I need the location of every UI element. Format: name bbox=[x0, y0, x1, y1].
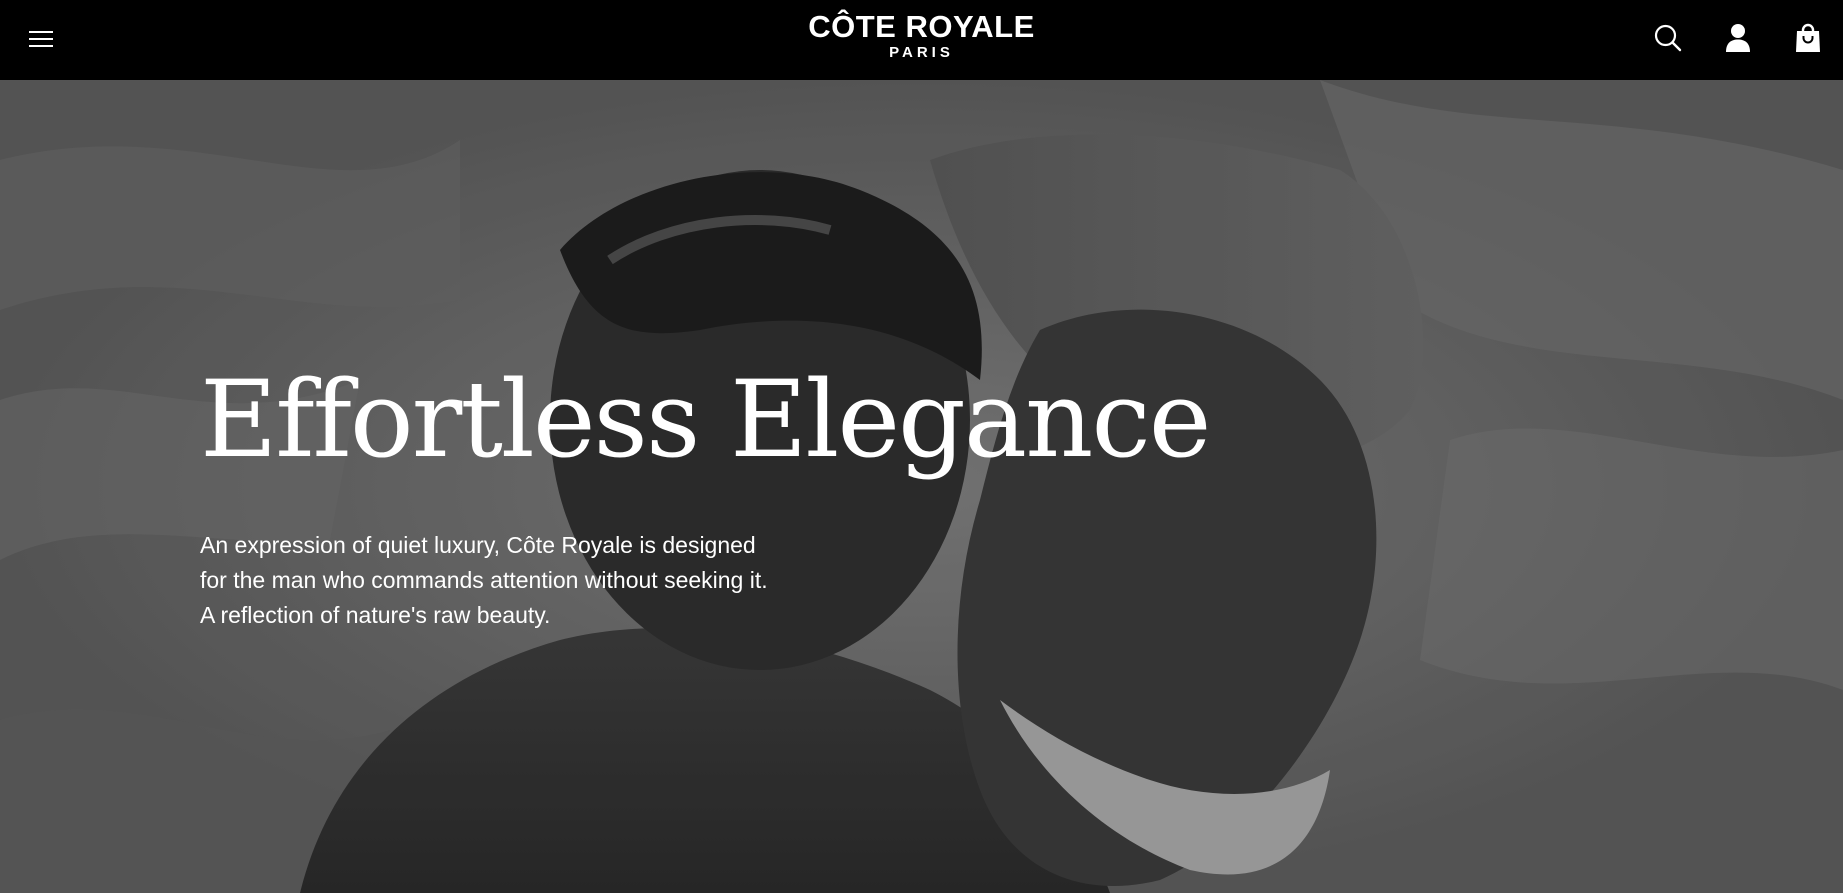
hero-section: Effortless Elegance An expression of qui… bbox=[0, 80, 1843, 893]
hero-title: Effortless Elegance bbox=[200, 358, 1211, 481]
site-header: CÔTE ROYALE PARIS bbox=[0, 0, 1843, 80]
shopping-bag-icon bbox=[1796, 23, 1820, 52]
brand-name: CÔTE ROYALE bbox=[808, 9, 1035, 44]
menu-button[interactable] bbox=[26, 24, 56, 54]
hero-content: Effortless Elegance An expression of qui… bbox=[200, 358, 1211, 633]
brand-logo[interactable]: CÔTE ROYALE PARIS bbox=[808, 10, 1035, 61]
brand-location: PARIS bbox=[889, 44, 954, 61]
search-icon bbox=[1654, 24, 1682, 52]
account-button[interactable] bbox=[1718, 18, 1758, 58]
hero-description: An expression of quiet luxury, Côte Roya… bbox=[200, 532, 768, 628]
user-icon bbox=[1726, 24, 1750, 52]
search-button[interactable] bbox=[1648, 18, 1688, 58]
cart-button[interactable] bbox=[1788, 18, 1828, 58]
hamburger-menu-icon bbox=[29, 31, 53, 47]
